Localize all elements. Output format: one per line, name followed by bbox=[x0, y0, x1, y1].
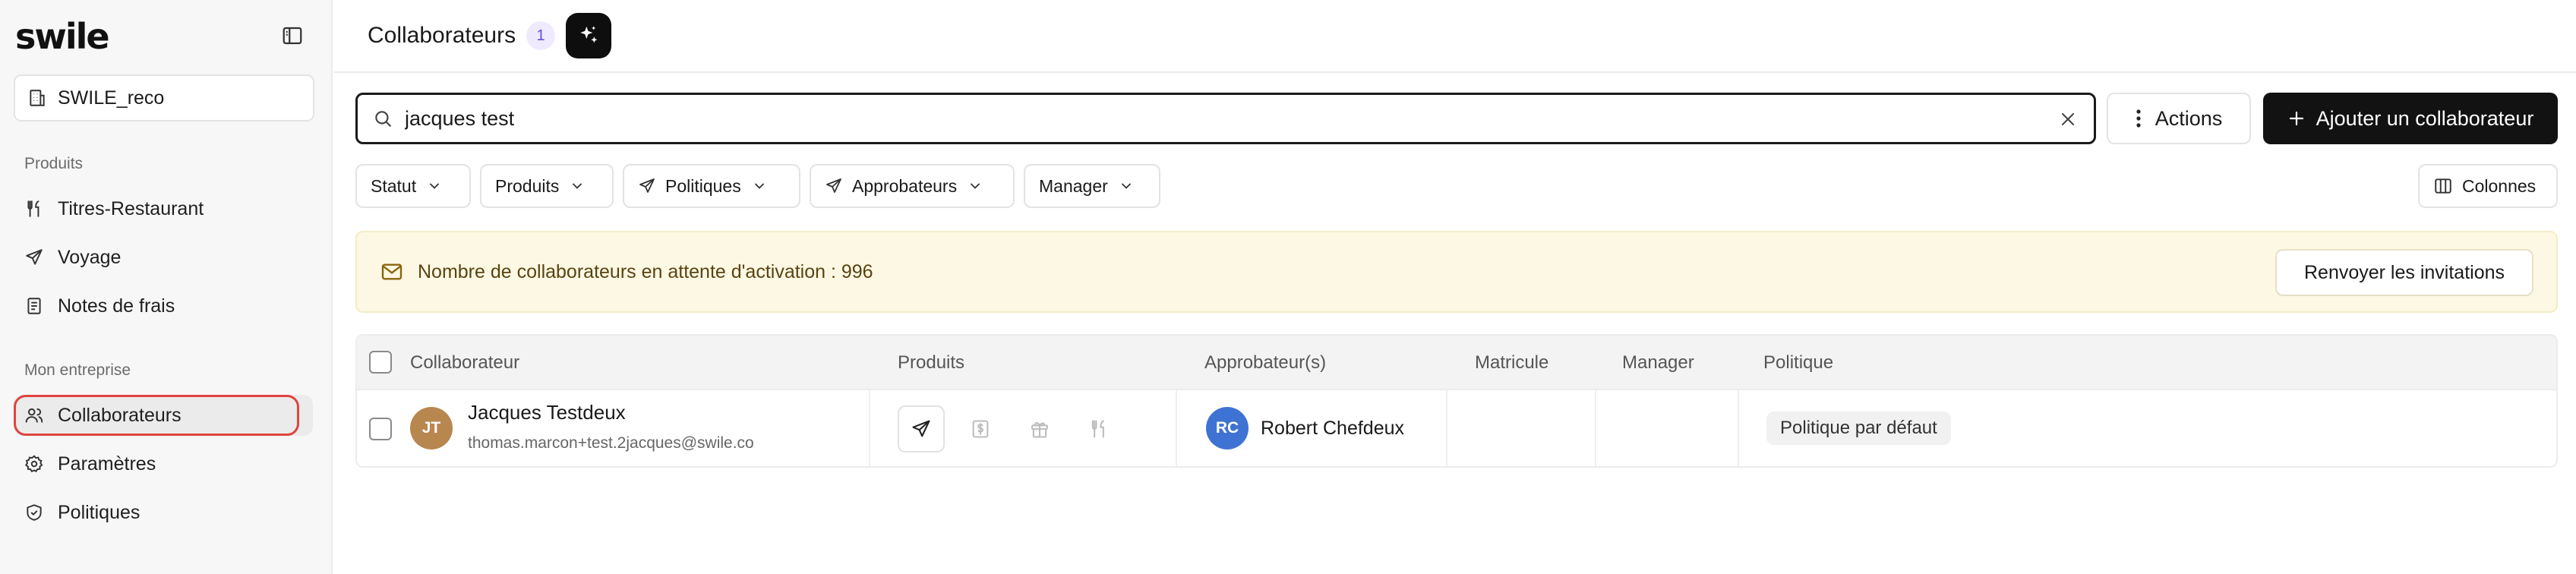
column-divider bbox=[1738, 390, 1739, 466]
plane-icon bbox=[24, 248, 44, 267]
organization-name: SWILE_reco bbox=[58, 87, 165, 109]
columns-icon bbox=[2433, 176, 2453, 196]
filter-label: Approbateurs bbox=[852, 175, 958, 196]
filter-approbateurs[interactable]: Approbateurs bbox=[810, 164, 1015, 208]
product-expenses[interactable] bbox=[957, 405, 1004, 453]
dollar-card-icon bbox=[970, 418, 991, 440]
policy-badge: Politique par défaut bbox=[1766, 412, 1951, 445]
mail-icon bbox=[380, 260, 404, 284]
plane-icon bbox=[911, 418, 932, 440]
count-badge: 1 bbox=[526, 21, 556, 50]
sidebar-item-label: Titres-Restaurant bbox=[58, 197, 204, 219]
search-input[interactable] bbox=[405, 106, 2000, 131]
avatar: JT bbox=[410, 407, 453, 449]
ai-assistant-button[interactable] bbox=[566, 13, 612, 58]
filter-manager[interactable]: Manager bbox=[1024, 164, 1160, 208]
plane-icon bbox=[825, 177, 843, 195]
column-divider bbox=[869, 390, 870, 466]
sidebar: swile SWILE_reco Produits Titres-Restaur… bbox=[0, 0, 333, 574]
column-divider bbox=[1176, 390, 1177, 466]
add-collaborator-button[interactable]: Ajouter un collaborateur bbox=[2263, 93, 2558, 144]
table-row[interactable]: JT Jacques Testdeux thomas.marcon+test.2… bbox=[357, 390, 2556, 466]
plane-icon bbox=[638, 177, 656, 195]
organization-selector[interactable]: SWILE_reco bbox=[14, 74, 314, 121]
column-header-matricule[interactable]: Matricule bbox=[1475, 352, 1548, 374]
sidebar-item-titres-restaurant[interactable]: Titres-Restaurant bbox=[14, 188, 313, 229]
product-travel[interactable] bbox=[898, 405, 945, 453]
resend-invitations-button[interactable]: Renvoyer les invitations bbox=[2275, 249, 2533, 296]
building-icon bbox=[27, 88, 47, 108]
filter-label: Politiques bbox=[665, 175, 741, 196]
sparkles-icon bbox=[576, 24, 601, 48]
add-collaborator-label: Ajouter un collaborateur bbox=[2316, 106, 2534, 130]
chevron-down-icon bbox=[1119, 178, 1134, 194]
approver-avatar: RC bbox=[1206, 407, 1249, 449]
row-checkbox[interactable] bbox=[369, 418, 392, 440]
utensils-icon bbox=[1088, 418, 1110, 440]
collaborator-email: thomas.marcon+test.2jacques@swile.co bbox=[468, 434, 754, 452]
chevron-down-icon bbox=[752, 178, 767, 194]
swile-logo[interactable]: swile bbox=[15, 17, 110, 56]
column-divider bbox=[1446, 390, 1447, 466]
collaborators-table: Collaborateur Produits Approbateur(s) Ma… bbox=[355, 334, 2558, 468]
product-meal-vouchers[interactable] bbox=[1075, 405, 1122, 453]
column-header-collaborateur[interactable]: Collaborateur bbox=[410, 352, 519, 374]
pending-activation-banner: Nombre de collaborateurs en attente d'ac… bbox=[355, 231, 2558, 313]
sidebar-item-label: Politiques bbox=[58, 501, 140, 523]
collaborator-name[interactable]: Jacques Testdeux bbox=[468, 401, 626, 424]
select-all-checkbox[interactable] bbox=[369, 351, 392, 374]
filter-label: Statut bbox=[371, 175, 417, 196]
clear-search-icon[interactable] bbox=[2059, 110, 2077, 128]
approver-name: Robert Chefdeux bbox=[1261, 418, 1405, 439]
sidebar-item-parametres[interactable]: Paramètres bbox=[14, 443, 313, 484]
column-header-approbateurs[interactable]: Approbateur(s) bbox=[1204, 352, 1326, 374]
sidebar-item-collaborateurs[interactable]: Collaborateurs bbox=[14, 395, 313, 436]
search-box[interactable] bbox=[355, 93, 2096, 144]
column-header-manager[interactable]: Manager bbox=[1622, 352, 1694, 374]
plus-icon bbox=[2287, 109, 2306, 128]
table-header: Collaborateur Produits Approbateur(s) Ma… bbox=[357, 336, 2556, 390]
section-label-produits: Produits bbox=[24, 155, 84, 172]
filter-statut[interactable]: Statut bbox=[355, 164, 471, 208]
column-header-politique[interactable]: Politique bbox=[1763, 352, 1833, 374]
sidebar-item-politiques[interactable]: Politiques bbox=[14, 492, 313, 533]
active-highlight bbox=[14, 395, 299, 436]
receipt-icon bbox=[24, 296, 44, 316]
filter-produits[interactable]: Produits bbox=[480, 164, 614, 208]
chevron-down-icon bbox=[427, 178, 442, 194]
filter-label: Manager bbox=[1039, 175, 1108, 196]
sidebar-item-voyage[interactable]: Voyage bbox=[14, 237, 313, 278]
page-header: Collaborateurs 1 bbox=[334, 0, 2576, 73]
actions-button[interactable]: Actions bbox=[2107, 93, 2251, 144]
column-divider bbox=[1595, 390, 1596, 466]
shield-check-icon bbox=[24, 503, 44, 522]
columns-button[interactable]: Colonnes bbox=[2418, 164, 2558, 208]
utensils-icon bbox=[24, 199, 44, 219]
sidebar-item-label: Notes de frais bbox=[58, 295, 175, 317]
banner-message: Nombre de collaborateurs en attente d'ac… bbox=[418, 260, 873, 282]
sidebar-collapse-icon[interactable] bbox=[281, 24, 304, 47]
product-gift[interactable] bbox=[1016, 405, 1063, 453]
gift-icon bbox=[1029, 418, 1050, 440]
page-title: Collaborateurs bbox=[368, 23, 516, 48]
column-header-produits[interactable]: Produits bbox=[898, 352, 964, 374]
chevron-down-icon bbox=[570, 178, 585, 194]
actions-label: Actions bbox=[2155, 106, 2223, 130]
sidebar-item-label: Paramètres bbox=[58, 453, 156, 475]
search-icon bbox=[373, 109, 393, 128]
filter-label: Produits bbox=[495, 175, 560, 196]
vertical-dots-icon bbox=[2136, 109, 2142, 128]
filter-label: Colonnes bbox=[2462, 175, 2537, 196]
gear-icon bbox=[24, 454, 44, 474]
sidebar-item-label: Voyage bbox=[58, 246, 122, 268]
filter-politiques[interactable]: Politiques bbox=[623, 164, 800, 208]
sidebar-item-notes-de-frais[interactable]: Notes de frais bbox=[14, 285, 313, 326]
section-label-mon-entreprise: Mon entreprise bbox=[24, 361, 131, 379]
chevron-down-icon bbox=[968, 178, 983, 194]
